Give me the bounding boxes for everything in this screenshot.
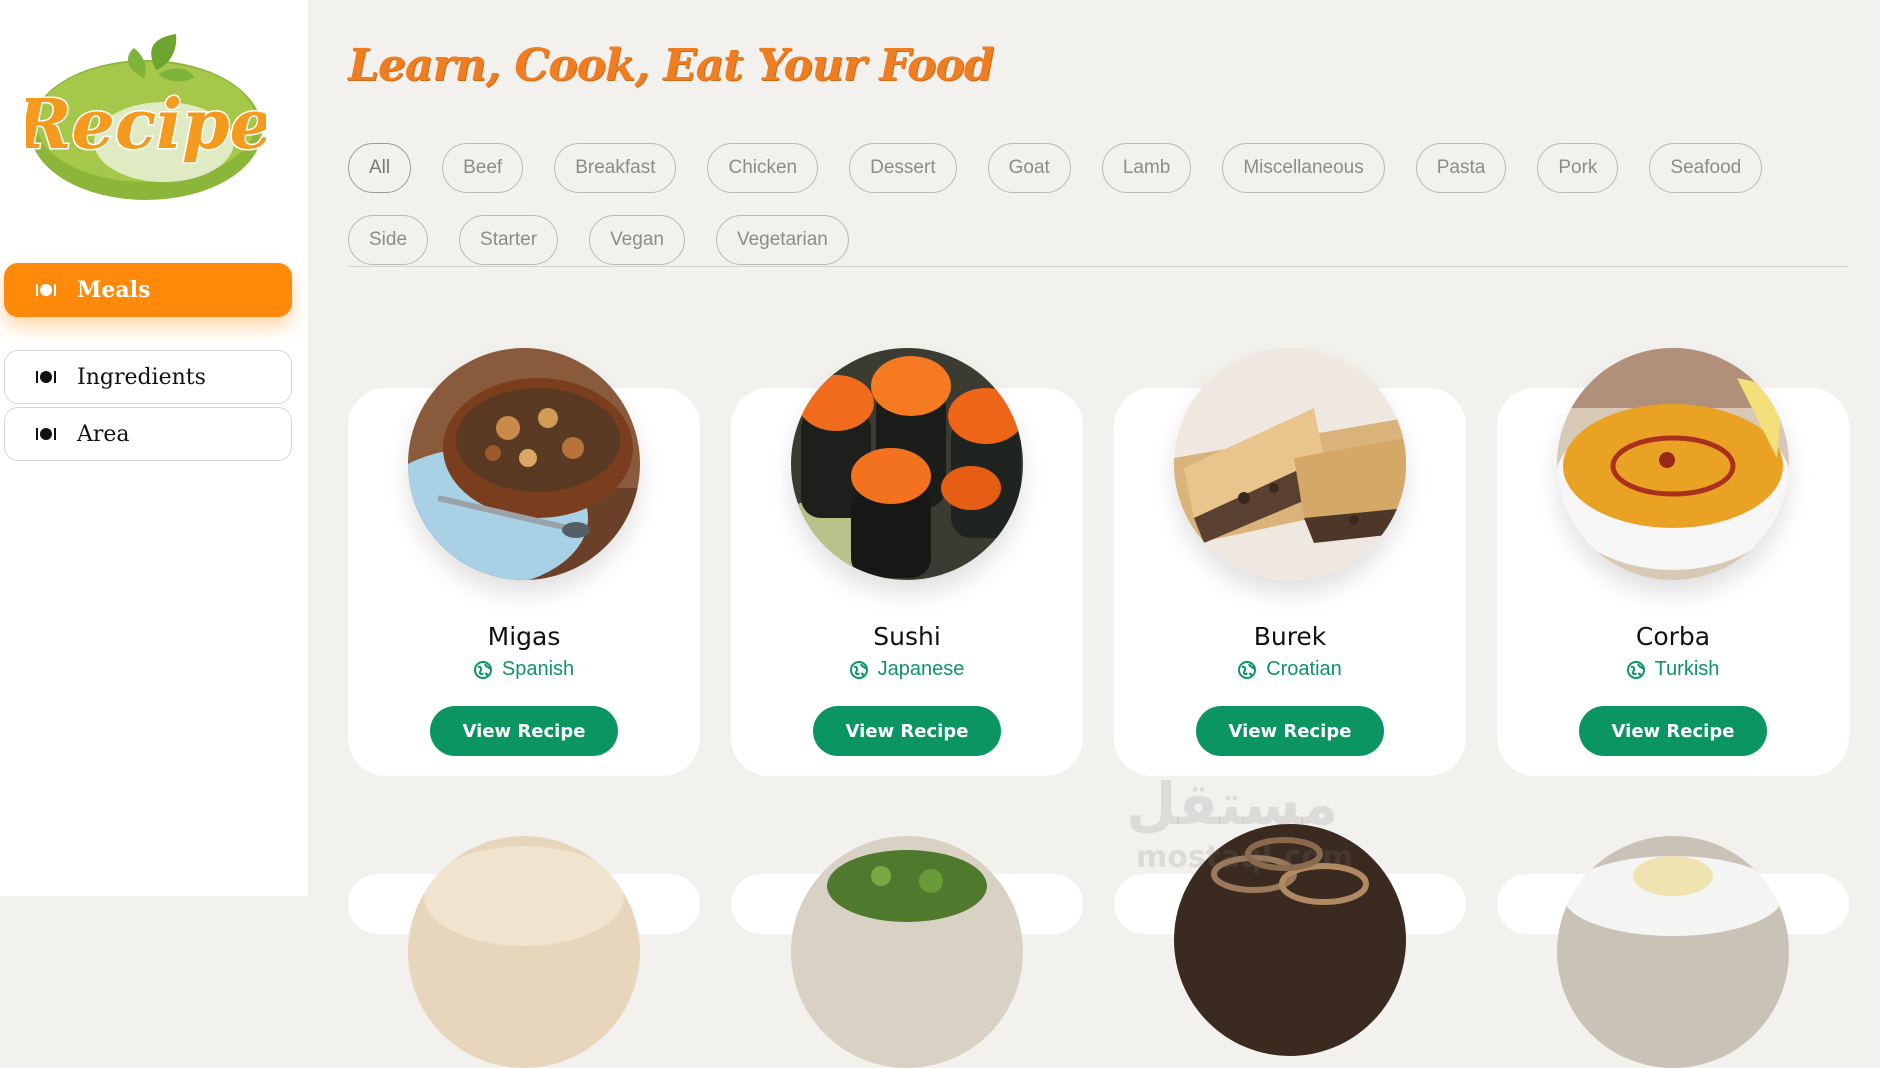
utensils-icon bbox=[36, 371, 56, 383]
sidebar-item-label: Ingredients bbox=[77, 364, 206, 390]
globe-icon bbox=[1238, 660, 1257, 679]
meal-photo bbox=[1557, 836, 1789, 1068]
watermark-url: mostaql.com bbox=[1136, 840, 1354, 875]
category-filter: All Beef Breakfast Chicken Dessert Goat … bbox=[348, 143, 1858, 265]
category-chip-pork[interactable]: Pork bbox=[1537, 143, 1619, 193]
sidebar: Recipe Meals Ingredients Area bbox=[0, 0, 308, 896]
meal-area-label: Croatian bbox=[1266, 658, 1342, 680]
category-chip-lamb[interactable]: Lamb bbox=[1101, 143, 1192, 193]
view-recipe-button[interactable]: View Recipe bbox=[1579, 706, 1767, 756]
view-recipe-button[interactable]: View Recipe bbox=[813, 706, 1001, 756]
category-chip-miscellaneous[interactable]: Miscellaneous bbox=[1222, 143, 1385, 193]
utensils-icon bbox=[36, 428, 56, 440]
view-recipe-button[interactable]: View Recipe bbox=[430, 706, 618, 756]
page-title: Learn, Cook, Eat Your Food bbox=[348, 40, 994, 91]
meal-card: Migas Spanish View Recipe bbox=[348, 348, 700, 776]
category-chip-starter[interactable]: Starter bbox=[459, 215, 559, 265]
category-chip-chicken[interactable]: Chicken bbox=[707, 143, 819, 193]
category-chip-vegetarian[interactable]: Vegetarian bbox=[715, 215, 849, 265]
meal-photo bbox=[408, 836, 640, 1068]
sidebar-item-area[interactable]: Area bbox=[4, 407, 292, 461]
svg-text:Recipe: Recipe bbox=[26, 85, 266, 165]
meal-area: Spanish bbox=[348, 658, 700, 681]
globe-icon bbox=[849, 660, 868, 679]
category-chip-goat[interactable]: Goat bbox=[987, 143, 1071, 193]
category-chip-breakfast[interactable]: Breakfast bbox=[554, 143, 677, 193]
meal-photo-burek bbox=[1174, 348, 1406, 580]
sidebar-item-ingredients[interactable]: Ingredients bbox=[4, 350, 292, 404]
meal-name: Burek bbox=[1253, 622, 1327, 651]
category-chip-seafood[interactable]: Seafood bbox=[1649, 143, 1763, 193]
sidebar-item-label: Area bbox=[77, 421, 130, 447]
divider bbox=[348, 266, 1848, 267]
meal-card: Sushi Japanese View Recipe bbox=[731, 348, 1083, 776]
meal-card: Corba Turkish View Recipe bbox=[1497, 348, 1849, 776]
category-chip-all[interactable]: All bbox=[348, 143, 412, 193]
meal-photo-migas bbox=[408, 348, 640, 580]
meal-name: Corba bbox=[1635, 622, 1711, 651]
meal-area: Japanese bbox=[731, 658, 1083, 681]
main-content: Learn, Cook, Eat Your Food All Beef Brea… bbox=[308, 0, 1880, 1068]
meal-area-label: Japanese bbox=[877, 658, 965, 680]
meal-photo bbox=[791, 836, 1023, 1068]
utensils-icon bbox=[36, 284, 56, 296]
meal-card: Burek Croatian View Recipe bbox=[1114, 348, 1466, 776]
meal-photo-sushi bbox=[791, 348, 1023, 580]
category-chip-beef[interactable]: Beef bbox=[442, 143, 524, 193]
view-recipe-button[interactable]: View Recipe bbox=[1196, 706, 1384, 756]
category-chip-dessert[interactable]: Dessert bbox=[849, 143, 957, 193]
meal-name: Migas bbox=[487, 622, 561, 651]
meal-area-label: Turkish bbox=[1654, 658, 1720, 680]
meal-area: Turkish bbox=[1497, 658, 1849, 681]
meal-area-label: Spanish bbox=[501, 658, 575, 680]
recipe-logo[interactable]: Recipe bbox=[12, 30, 274, 205]
meal-area: Croatian bbox=[1114, 658, 1466, 681]
meal-photo-corba bbox=[1557, 348, 1789, 580]
category-chip-side[interactable]: Side bbox=[348, 215, 429, 265]
globe-icon bbox=[1626, 660, 1645, 679]
watermark: مستقل bbox=[1126, 770, 1339, 838]
meal-name: Sushi bbox=[873, 622, 941, 651]
category-chip-vegan[interactable]: Vegan bbox=[589, 215, 685, 265]
category-chip-pasta[interactable]: Pasta bbox=[1415, 143, 1507, 193]
globe-icon bbox=[473, 660, 492, 679]
sidebar-item-meals[interactable]: Meals bbox=[4, 263, 292, 317]
sidebar-item-label: Meals bbox=[77, 277, 151, 303]
